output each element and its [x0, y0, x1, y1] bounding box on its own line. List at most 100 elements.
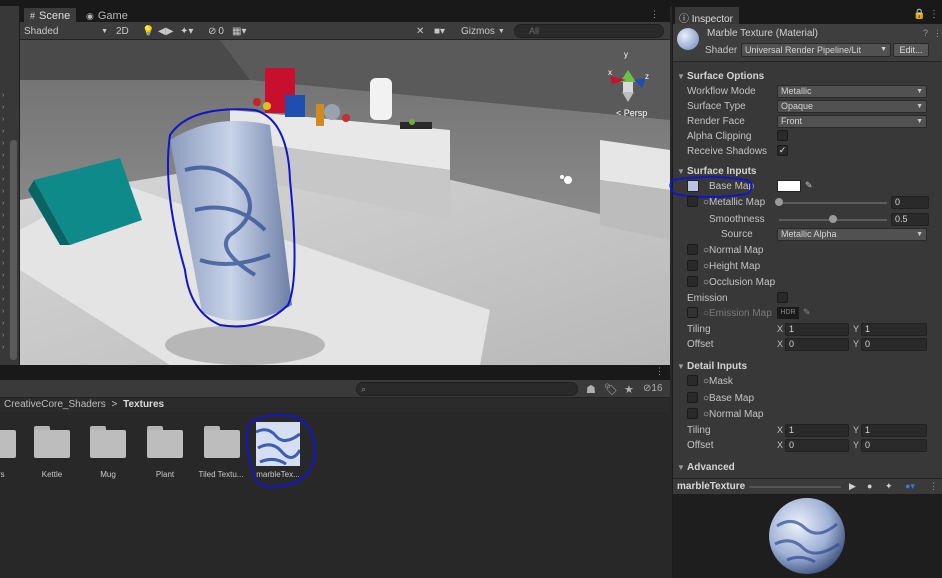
expand-arrow-icon[interactable]: ›: [2, 212, 4, 219]
render-face-dropdown[interactable]: Front ▼: [777, 115, 927, 128]
folder-icon[interactable]: [204, 426, 244, 458]
detail-offset-y-field[interactable]: 0: [861, 439, 927, 452]
tab-inspector[interactable]: ⓘ Inspector: [675, 7, 739, 25]
expand-arrow-icon[interactable]: ›: [2, 128, 4, 135]
breadcrumb-current[interactable]: Textures: [123, 399, 164, 410]
edit-shader-button[interactable]: Edit...: [893, 43, 929, 57]
lock-icon[interactable]: 🔒: [913, 9, 925, 20]
smoothness-value-field[interactable]: 0.5: [891, 213, 929, 226]
detail-inputs-header[interactable]: ▼ Detail Inputs: [673, 359, 942, 375]
camera-dropdown-icon[interactable]: ■▾: [434, 22, 445, 40]
detail-tiling-y-field[interactable]: 1: [861, 424, 927, 437]
surface-options-header[interactable]: ▼ Surface Options: [673, 69, 942, 85]
eyedropper-icon[interactable]: ✎: [803, 307, 811, 318]
expand-arrow-icon[interactable]: ›: [2, 284, 4, 291]
expand-arrow-icon[interactable]: ›: [2, 224, 4, 231]
offset-y-field[interactable]: 0: [861, 338, 927, 351]
projection-toggle[interactable]: < Persp: [616, 108, 647, 118]
metallic-slider[interactable]: [779, 202, 887, 204]
surface-type-dropdown[interactable]: Opaque ▼: [777, 100, 927, 113]
expand-arrow-icon[interactable]: ›: [2, 164, 4, 171]
expand-arrow-icon[interactable]: ›: [2, 332, 4, 339]
project-search-input[interactable]: ⌕: [356, 382, 578, 396]
material-preview[interactable]: [673, 494, 942, 578]
detail-mask-texture-slot[interactable]: [687, 375, 698, 386]
panel-menu-icon[interactable]: ⋮: [650, 9, 659, 20]
base-color-swatch[interactable]: [777, 180, 801, 192]
expand-arrow-icon[interactable]: ›: [2, 296, 4, 303]
metallic-value-field[interactable]: 0: [891, 196, 929, 209]
expand-arrow-icon[interactable]: ›: [2, 140, 4, 147]
workflow-mode-dropdown[interactable]: Metallic ▼: [777, 85, 927, 98]
background-toggle-icon[interactable]: ●▾: [905, 481, 915, 492]
folder-icon[interactable]: [147, 426, 187, 458]
label-tag-icon[interactable]: 🏷: [604, 383, 618, 396]
metallic-map-texture-slot[interactable]: [687, 196, 698, 207]
detail-tiling-x-field[interactable]: 1: [785, 424, 849, 437]
lighting-toggle-icon[interactable]: 💡: [142, 22, 154, 40]
preview-header[interactable]: marbleTexture ▶ ● ✦ ●▾ ⋮: [673, 478, 942, 494]
expand-arrow-icon[interactable]: ›: [2, 320, 4, 327]
breadcrumb-parent[interactable]: CreativeCore_Shaders: [4, 399, 106, 410]
expand-arrow-icon[interactable]: ›: [2, 104, 4, 111]
normal-map-texture-slot[interactable]: [687, 244, 698, 255]
expand-arrow-icon[interactable]: ›: [2, 236, 4, 243]
hidden-objects-button[interactable]: ⊘ 0: [208, 22, 224, 40]
grid-dropdown-icon[interactable]: ▦▾: [232, 22, 246, 40]
detail-base-map-texture-slot[interactable]: [687, 392, 698, 403]
expand-arrow-icon[interactable]: ›: [2, 308, 4, 315]
tiling-x-field[interactable]: 1: [785, 323, 849, 336]
favorite-star-icon[interactable]: ★: [624, 383, 634, 396]
receive-shadows-checkbox[interactable]: ✓: [777, 145, 788, 156]
panel-menu-icon[interactable]: ⋮: [655, 366, 664, 377]
eyedropper-icon[interactable]: ✎: [805, 180, 813, 191]
detail-normal-map-texture-slot[interactable]: [687, 408, 698, 419]
source-dropdown[interactable]: Metallic Alpha ▼: [777, 228, 927, 241]
alpha-clipping-checkbox[interactable]: [777, 130, 788, 141]
audio-toggle-icon[interactable]: ◀▶: [158, 22, 173, 40]
folder-icon[interactable]: [0, 426, 20, 458]
gizmos-dropdown[interactable]: Gizmos ▼: [458, 22, 508, 40]
advanced-header[interactable]: ▼ Advanced: [673, 460, 942, 476]
expand-arrow-icon[interactable]: ›: [2, 344, 4, 351]
expand-arrow-icon[interactable]: ›: [2, 92, 4, 99]
sphere-mesh-icon[interactable]: ●: [867, 481, 872, 491]
panel-menu-icon[interactable]: ⋮: [929, 481, 938, 492]
expand-arrow-icon[interactable]: ›: [2, 272, 4, 279]
tiling-y-field[interactable]: 1: [861, 323, 927, 336]
expand-arrow-icon[interactable]: ›: [2, 116, 4, 123]
play-icon[interactable]: ▶: [849, 481, 856, 492]
tools-icon[interactable]: ✕: [416, 22, 424, 40]
metallic-slider-handle[interactable]: [775, 198, 783, 206]
height-map-texture-slot[interactable]: [687, 260, 698, 271]
shader-dropdown[interactable]: Universal Render Pipeline/Lit ▼: [741, 43, 891, 57]
toggle-2d-button[interactable]: 2D: [116, 22, 129, 40]
folder-icon[interactable]: [34, 426, 74, 458]
filter-type-icon[interactable]: ☗: [586, 383, 596, 396]
effects-dropdown-icon[interactable]: ✦▾: [180, 22, 193, 40]
help-icon[interactable]: ?: [923, 28, 928, 38]
occlusion-map-texture-slot[interactable]: [687, 276, 698, 287]
expand-arrow-icon[interactable]: ›: [2, 188, 4, 195]
shading-mode-dropdown[interactable]: Shaded ▼: [22, 22, 110, 40]
hierarchy-scrollbar[interactable]: [10, 140, 17, 360]
scene-search-input[interactable]: All: [514, 24, 664, 38]
emission-checkbox[interactable]: [777, 292, 788, 303]
hidden-packages-button[interactable]: ⊘16: [643, 383, 663, 394]
preview-drag-bar[interactable]: [749, 486, 841, 488]
light-toggle-icon[interactable]: ✦: [885, 481, 893, 492]
expand-arrow-icon[interactable]: ›: [2, 200, 4, 207]
smoothness-slider-handle[interactable]: [829, 215, 837, 223]
offset-x-field[interactable]: 0: [785, 338, 849, 351]
expand-arrow-icon[interactable]: ›: [2, 260, 4, 267]
emission-map-texture-slot[interactable]: [687, 307, 698, 318]
emission-color-hdr[interactable]: HDR: [777, 307, 799, 319]
settings-icon[interactable]: ⋮: [933, 28, 942, 39]
detail-offset-x-field[interactable]: 0: [785, 439, 849, 452]
scene-viewport[interactable]: y x z < Persp: [20, 40, 670, 365]
expand-arrow-icon[interactable]: ›: [2, 248, 4, 255]
panel-menu-icon[interactable]: ⋮: [929, 9, 939, 20]
expand-arrow-icon[interactable]: ›: [2, 176, 4, 183]
folder-icon[interactable]: [90, 426, 130, 458]
expand-arrow-icon[interactable]: ›: [2, 152, 4, 159]
